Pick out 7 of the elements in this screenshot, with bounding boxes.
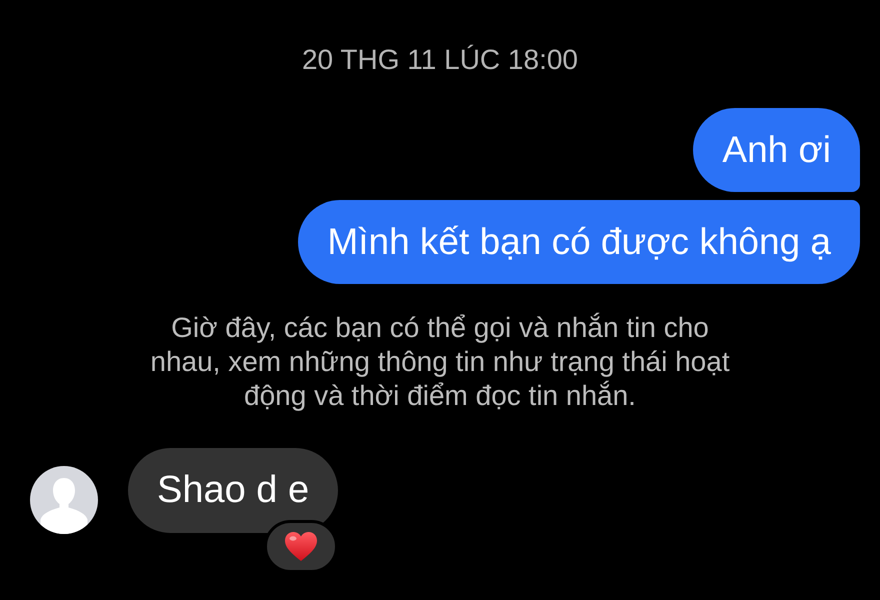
heart-icon [285, 532, 318, 561]
message-bubble: Mình kết bạn có được không ạ [298, 200, 860, 284]
message-bubble: Anh ơi [693, 108, 860, 192]
timestamp: 20 THG 11 LÚC 18:00 [302, 43, 578, 77]
avatar-icon [30, 466, 98, 534]
message-bubble: Shao d e [128, 448, 338, 533]
system-notice: Giờ đây, các bạn có thể gọi và nhắn tin cho nhau, xem những thông tin như trạng thái hoạt động và thời điểm đọc tin nhắn. [149, 311, 731, 413]
